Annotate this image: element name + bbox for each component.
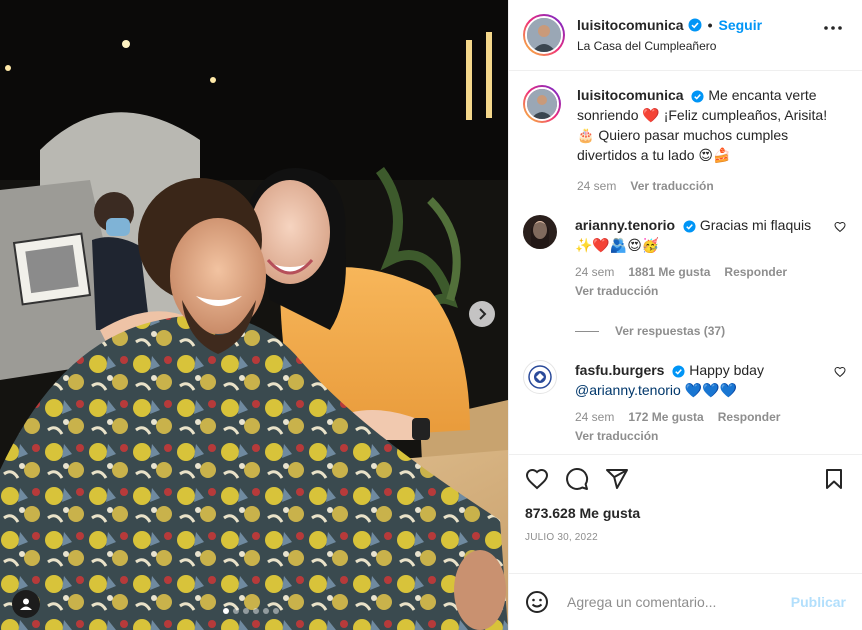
caption-time[interactable]: 24 sem xyxy=(577,179,616,193)
author-avatar[interactable] xyxy=(523,14,565,56)
comment-likes[interactable]: 172 Me gusta xyxy=(628,410,703,424)
comment-bubble-icon[interactable] xyxy=(565,467,589,491)
comment-emoji: 💙💙💙 xyxy=(684,382,737,398)
emoji-picker-icon[interactable] xyxy=(525,590,549,614)
fasfu-logo-icon xyxy=(528,365,552,389)
publish-button[interactable]: Publicar xyxy=(791,594,846,610)
comment-time[interactable]: 24 sem xyxy=(575,265,614,279)
comment-mention-link[interactable]: @arianny.tenorio xyxy=(575,382,681,398)
post-header: luisitocomunica • Seguir La Casa del Cum… xyxy=(509,0,862,71)
comment-composer: Publicar xyxy=(509,573,862,630)
carousel-dot xyxy=(233,608,239,614)
like-comment-heart-icon[interactable] xyxy=(834,366,846,378)
comment-input[interactable] xyxy=(567,594,791,610)
follow-button[interactable]: Seguir xyxy=(718,17,762,33)
verified-badge-icon xyxy=(683,220,696,233)
avatar-image xyxy=(527,89,557,119)
like-heart-icon[interactable] xyxy=(525,467,549,491)
carousel-indicator xyxy=(223,608,279,614)
comment-likes[interactable]: 1881 Me gusta xyxy=(628,265,710,279)
carousel-dot xyxy=(223,608,229,614)
comments-list[interactable]: luisitocomunica Me encanta verte sonrien… xyxy=(509,71,862,454)
save-bookmark-icon[interactable] xyxy=(822,467,846,491)
commenter-avatar[interactable] xyxy=(523,215,557,249)
comment-item: fasfu.burgers Happy bday @arianny.tenori… xyxy=(523,360,846,443)
comment-text: Happy bday xyxy=(689,362,764,378)
post-caption: luisitocomunica Me encanta verte sonrien… xyxy=(523,85,846,193)
post-actions-section: 873.628 Me gusta JULIO 30, 2022 xyxy=(509,454,862,573)
translate-link[interactable]: Ver traducción xyxy=(575,429,824,443)
action-bar xyxy=(525,467,846,491)
carousel-dot xyxy=(263,608,269,614)
translate-link[interactable]: Ver traducción xyxy=(630,179,713,193)
next-photo-button[interactable] xyxy=(469,301,495,327)
user-icon xyxy=(20,598,32,610)
post-location[interactable]: La Casa del Cumpleañero xyxy=(577,39,762,53)
caption-username[interactable]: luisitocomunica xyxy=(577,87,684,103)
tagged-users-button[interactable] xyxy=(12,590,40,618)
photo-scene xyxy=(0,0,508,630)
view-replies-label: Ver respuestas (37) xyxy=(615,324,726,338)
verified-badge-icon xyxy=(691,90,705,103)
comment-username[interactable]: arianny.tenorio xyxy=(575,217,675,233)
carousel-dot xyxy=(253,608,259,614)
post-date[interactable]: JULIO 30, 2022 xyxy=(525,532,846,543)
commenter-avatar[interactable] xyxy=(523,360,557,394)
replies-divider xyxy=(575,330,599,332)
like-comment-heart-icon[interactable] xyxy=(834,221,846,233)
more-options-icon[interactable] xyxy=(824,26,842,30)
view-replies-button[interactable]: Ver respuestas (37) xyxy=(575,324,846,338)
translate-link[interactable]: Ver traducción xyxy=(575,284,824,298)
reply-button[interactable]: Responder xyxy=(724,265,787,279)
carousel-dot xyxy=(243,608,249,614)
caption-avatar[interactable] xyxy=(523,85,561,123)
avatar-image xyxy=(527,18,561,52)
reply-button[interactable]: Responder xyxy=(718,410,781,424)
chevron-right-icon xyxy=(479,308,487,320)
comment-item: arianny.tenorio Gracias mi flaquis ✨❤️🫂😍… xyxy=(523,215,846,298)
avatar-image xyxy=(523,215,557,249)
carousel-dot xyxy=(273,608,279,614)
post-details-panel: luisitocomunica • Seguir La Casa del Cum… xyxy=(508,0,862,630)
post-photo[interactable] xyxy=(0,0,508,630)
author-username[interactable]: luisitocomunica xyxy=(577,17,684,33)
comment-username[interactable]: fasfu.burgers xyxy=(575,362,664,378)
separator-dot: • xyxy=(707,17,713,33)
like-count[interactable]: 873.628 Me gusta xyxy=(525,505,846,521)
comment-time[interactable]: 24 sem xyxy=(575,410,614,424)
verified-badge-icon xyxy=(672,365,685,378)
verified-badge-icon xyxy=(688,18,702,32)
share-paper-plane-icon[interactable] xyxy=(605,467,629,491)
